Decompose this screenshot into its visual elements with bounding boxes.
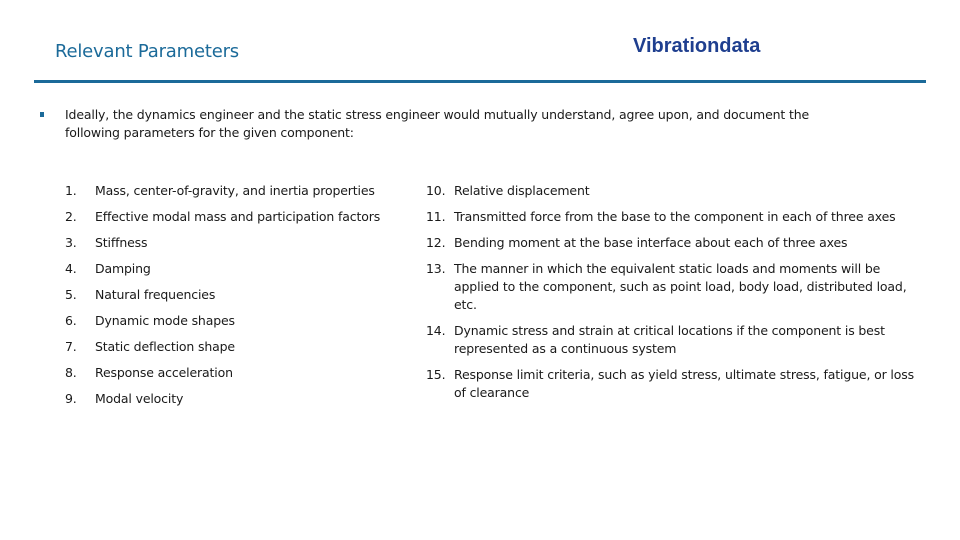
item-text: Effective modal mass and participation f… [95,209,381,224]
item-text: The manner in which the equivalent stati… [454,261,907,312]
item-number: 7. [65,339,77,354]
item-text: Transmitted force from the base to the c… [454,209,896,224]
header-divider [34,80,926,83]
item-number: 11. [426,209,446,224]
item-number: 13. [426,261,446,276]
slide-title: Relevant Parameters [55,41,239,62]
item-number: 1. [65,183,77,198]
item-text: Response acceleration [95,365,233,380]
item-text: Stiffness [95,235,148,250]
item-number: 3. [65,235,77,250]
item-number: 5. [65,287,77,302]
item-text: Bending moment at the base interface abo… [454,235,848,250]
item-text: Response limit criteria, such as yield s… [454,367,914,400]
item-number: 14. [426,323,446,338]
item-text: Dynamic stress and strain at critical lo… [454,323,885,356]
item-number: 9. [65,391,77,406]
intro-bullet: Ideally, the dynamics engineer and the s… [40,106,820,142]
item-text: Relative displacement [454,183,590,198]
item-text: Static deflection shape [95,339,235,354]
item-number: 10. [426,183,446,198]
item-number: 15. [426,367,446,382]
square-bullet-icon [40,112,44,117]
item-text: Mass, center-of-gravity, and inertia pro… [95,183,375,198]
item-number: 2. [65,209,77,224]
item-number: 6. [65,313,77,328]
item-text: Natural frequencies [95,287,216,302]
item-number: 8. [65,365,77,380]
item-number: 12. [426,235,446,250]
brand-logo-text: Vibrationdata [633,35,761,57]
intro-text: Ideally, the dynamics engineer and the s… [65,107,810,140]
item-number: 4. [65,261,77,276]
item-text: Dynamic mode shapes [95,313,235,328]
item-text: Modal velocity [95,391,184,406]
item-text: Damping [95,261,151,276]
